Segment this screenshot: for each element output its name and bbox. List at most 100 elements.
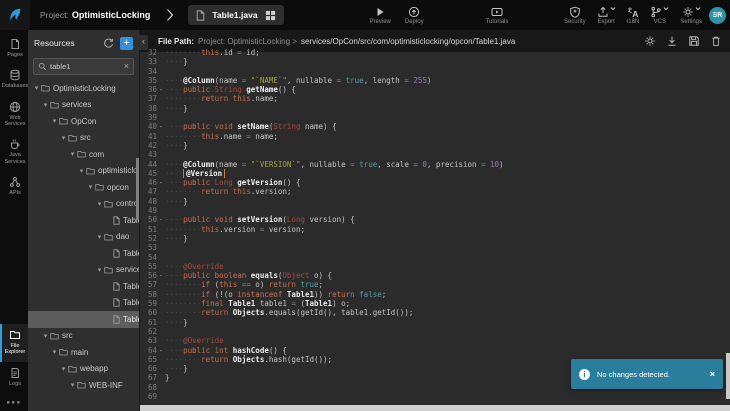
- sidebar-item-java-services[interactable]: Java Services: [0, 133, 28, 171]
- sidebar-item-apis[interactable]: APIs: [0, 171, 28, 202]
- pathbar-save-icon[interactable]: [688, 35, 700, 47]
- code-line-45[interactable]: 45····@Version: [140, 169, 730, 178]
- tree-item-controller[interactable]: ▾controller: [28, 196, 139, 213]
- i18n-button[interactable]: AI18N: [627, 6, 640, 25]
- fold-icon[interactable]: -: [157, 85, 165, 94]
- tree-item-dao[interactable]: ▾dao: [28, 229, 139, 246]
- expander-icon[interactable]: ▾: [41, 332, 50, 340]
- code-line-64[interactable]: 64-····public int hashCode() {: [140, 346, 730, 355]
- code-line-44[interactable]: 44····@Column(name = "`VERSION`", nullab…: [140, 160, 730, 169]
- fold-icon[interactable]: -: [157, 271, 165, 280]
- app-logo[interactable]: [0, 0, 30, 30]
- expander-icon[interactable]: ▾: [77, 167, 86, 175]
- deploy-button[interactable]: Deploy: [405, 6, 424, 25]
- tree-item-webapp[interactable]: ▾webapp: [28, 361, 139, 378]
- expander-icon[interactable]: ▾: [68, 381, 77, 389]
- expander-icon[interactable]: ▾: [95, 266, 104, 274]
- tree-item-optimisticlocking[interactable]: ▾OptimisticLocking: [28, 80, 139, 97]
- code-line-40[interactable]: 40-····public void setName(String name) …: [140, 122, 730, 131]
- add-resource-button[interactable]: +: [120, 37, 133, 50]
- tree-item-src[interactable]: ▾src: [28, 328, 139, 345]
- sidebar-item-databases[interactable]: Databases: [0, 64, 28, 95]
- code-line-56[interactable]: 56-····public boolean equals(Object o) {: [140, 271, 730, 280]
- expander-icon[interactable]: ▾: [59, 365, 68, 373]
- preview-button[interactable]: Preview: [370, 6, 391, 25]
- pathbar-settings-icon[interactable]: [644, 35, 656, 47]
- expander-icon[interactable]: ▾: [50, 348, 59, 356]
- tree-item-main[interactable]: ▾main: [28, 344, 139, 361]
- code-line-47[interactable]: 47········return this.version;: [140, 187, 730, 196]
- code-line-60[interactable]: 60········return Objects.equals(getId(),…: [140, 308, 730, 317]
- clear-search-icon[interactable]: ×: [124, 62, 129, 71]
- code-line-58[interactable]: 58········if (!(o instanceof Table1)) re…: [140, 290, 730, 299]
- code-line-63[interactable]: 63····@Override: [140, 336, 730, 345]
- tab-table1-java[interactable]: Table1.java: [188, 5, 283, 25]
- project-name[interactable]: OptimisticLocking: [72, 10, 151, 20]
- expander-icon[interactable]: ▾: [68, 150, 77, 158]
- tree-item-services[interactable]: ▾services: [28, 97, 139, 114]
- sidebar-item-pages[interactable]: Pages: [0, 33, 28, 64]
- code-line-55[interactable]: 55····@Override: [140, 262, 730, 271]
- expander-icon[interactable]: ▾: [95, 233, 104, 241]
- fold-icon[interactable]: -: [157, 122, 165, 131]
- code-line-41[interactable]: 41········this.name = name;: [140, 132, 730, 141]
- tree-item-web-inf[interactable]: ▾WEB-INF: [28, 377, 139, 394]
- collapse-panel-icon[interactable]: ‹: [139, 35, 148, 50]
- code-line-51[interactable]: 51········this.version = version;: [140, 225, 730, 234]
- sidebar-item-file-explorer[interactable]: File Explorer: [0, 324, 28, 362]
- expander-icon[interactable]: ▾: [95, 200, 104, 208]
- tree-item-opcon[interactable]: ▾OpCon: [28, 113, 139, 130]
- code-line-43[interactable]: 43: [140, 150, 730, 159]
- security-button[interactable]: Security: [564, 6, 586, 25]
- pathbar-download-icon[interactable]: [666, 35, 678, 47]
- tree-item-src[interactable]: ▾src: [28, 130, 139, 147]
- export-button[interactable]: Export: [597, 6, 616, 25]
- tree-item-table1serviceimpl-java[interactable]: Table1ServiceImpl.java: [28, 295, 139, 312]
- expander-icon[interactable]: ▾: [32, 84, 41, 92]
- sidebar-item-web-services[interactable]: Web Services: [0, 96, 28, 134]
- code-line-49[interactable]: 49: [140, 206, 730, 215]
- code-line-32[interactable]: 32········this.id = id;: [140, 48, 730, 57]
- code-line-59[interactable]: 59········final Table1 table1 = (Table1)…: [140, 299, 730, 308]
- code-line-53[interactable]: 53: [140, 243, 730, 252]
- expander-icon[interactable]: ▾: [86, 183, 95, 191]
- editor-vscrollbar-thumb[interactable]: [726, 353, 730, 399]
- code-line-35[interactable]: 35····@Column(name = "`NAME`", nullable …: [140, 76, 730, 85]
- code-line-38[interactable]: 38····}: [140, 104, 730, 113]
- expander-icon[interactable]: ▾: [50, 117, 59, 125]
- tree-item-table1-java[interactable]: Table1.java: [28, 311, 139, 328]
- sidebar-item-logs[interactable]: Logs: [0, 362, 28, 393]
- refresh-icon[interactable]: [103, 38, 114, 49]
- expander-icon[interactable]: ▾: [41, 101, 50, 109]
- search-input[interactable]: [50, 62, 121, 71]
- code-line-61[interactable]: 61····}: [140, 318, 730, 327]
- fold-icon[interactable]: -: [157, 346, 165, 355]
- toast-close-icon[interactable]: ×: [710, 369, 715, 379]
- code-line-36[interactable]: 36-····public String getName() {: [140, 85, 730, 94]
- pathbar-delete-icon[interactable]: [710, 35, 722, 47]
- code-line-39[interactable]: 39: [140, 113, 730, 122]
- expander-icon[interactable]: ▾: [59, 134, 68, 142]
- fold-icon[interactable]: -: [157, 178, 165, 187]
- code-line-37[interactable]: 37········return this.name;: [140, 94, 730, 103]
- code-line-69[interactable]: 69: [140, 392, 730, 401]
- code-line-33[interactable]: 33····}: [140, 57, 730, 66]
- code-line-57[interactable]: 57········if (this == o) return true;: [140, 280, 730, 289]
- more-options-button[interactable]: ●●●: [0, 393, 28, 411]
- code-line-48[interactable]: 48····}: [140, 197, 730, 206]
- tree-item-optimisticlocking[interactable]: ▾optimisticlocking: [28, 163, 139, 180]
- tree-item-table1service-java[interactable]: Table1Service.java: [28, 278, 139, 295]
- code-line-34[interactable]: 34: [140, 67, 730, 76]
- fold-icon[interactable]: -: [157, 215, 165, 224]
- code-line-62[interactable]: 62: [140, 327, 730, 336]
- tree-item-com[interactable]: ▾com: [28, 146, 139, 163]
- user-avatar[interactable]: SR: [709, 7, 726, 24]
- vcs-button[interactable]: VCS: [650, 6, 669, 25]
- grid-icon[interactable]: [265, 10, 276, 21]
- tree-item-table1controller-java[interactable]: Table1Controller.java: [28, 212, 139, 229]
- code-line-46[interactable]: 46-····public Long getVersion() {: [140, 178, 730, 187]
- tree-item-opcon[interactable]: ▾opcon: [28, 179, 139, 196]
- tree-scrollbar-thumb[interactable]: [136, 158, 139, 220]
- code-editor[interactable]: 32········this.id = id;33····}3435····@C…: [140, 48, 730, 405]
- code-line-42[interactable]: 42····}: [140, 141, 730, 150]
